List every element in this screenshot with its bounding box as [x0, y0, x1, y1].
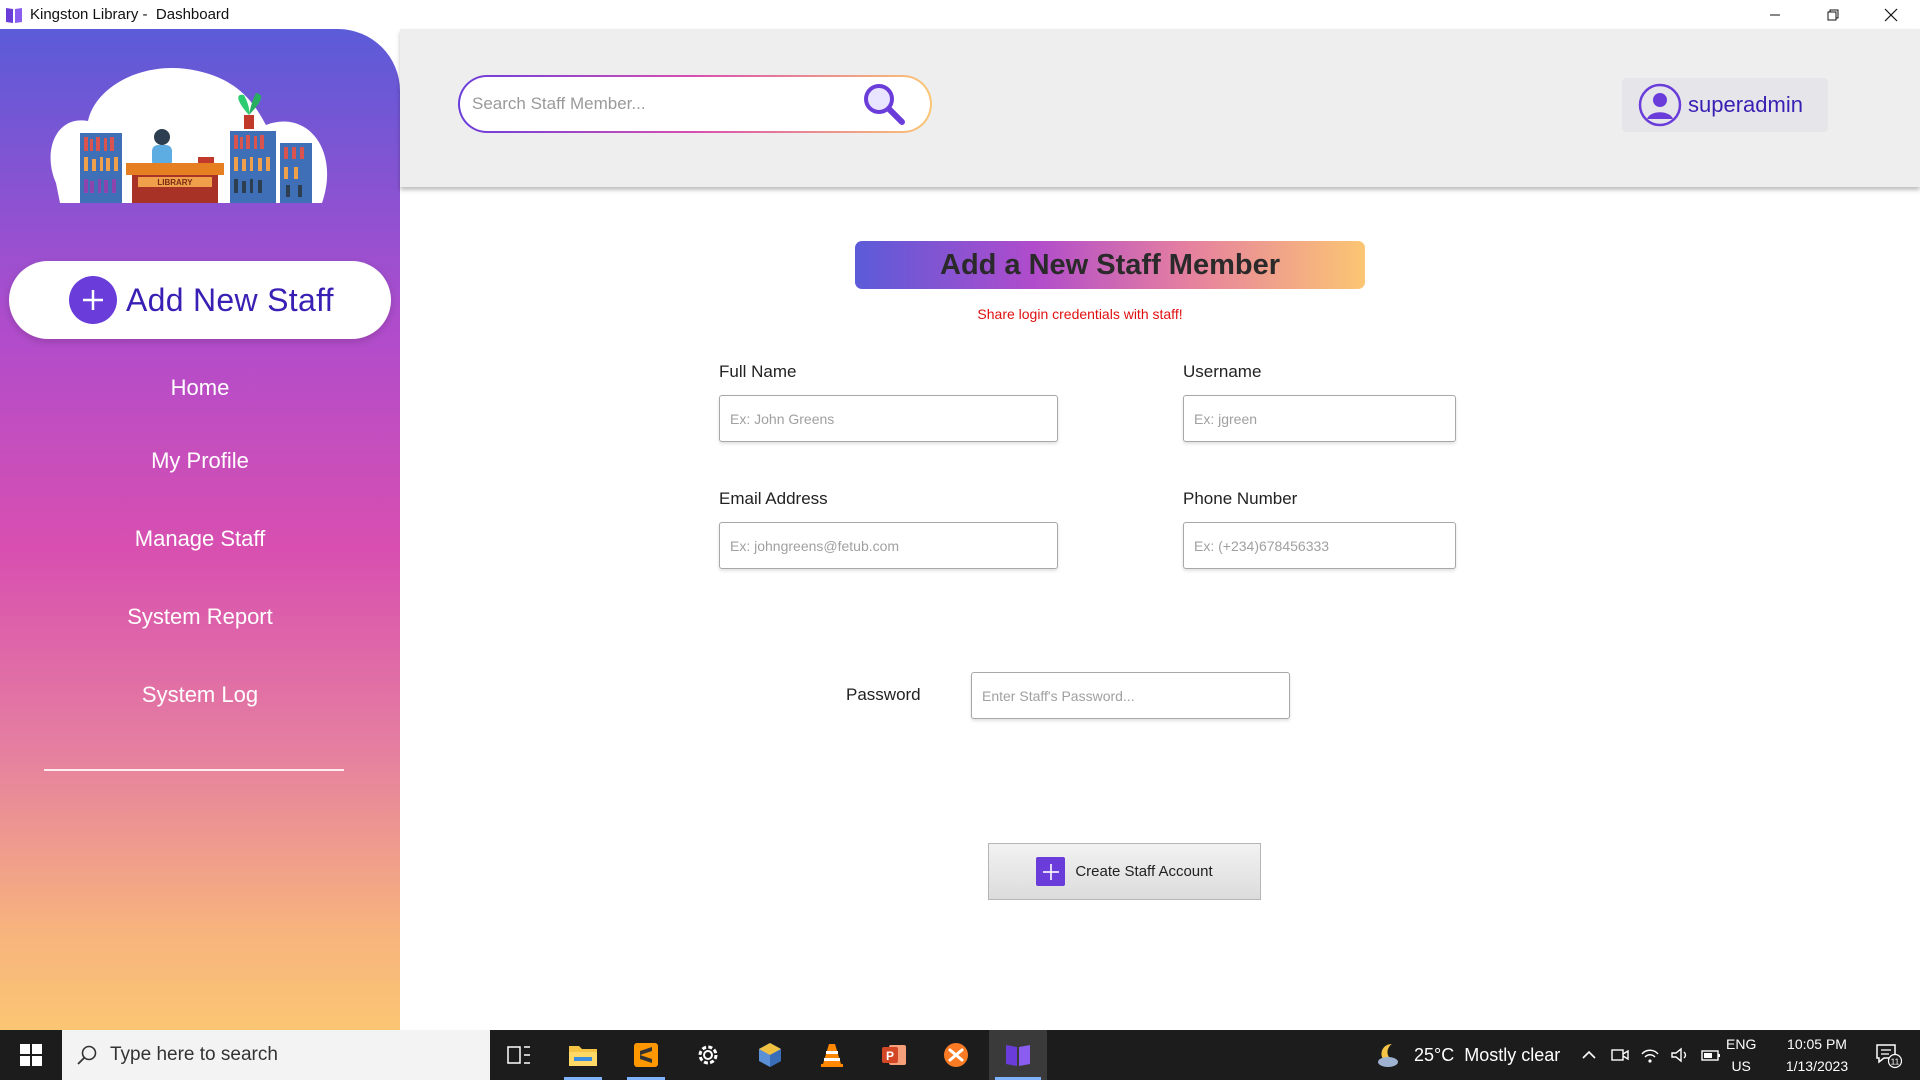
- cube-icon: [759, 1043, 781, 1067]
- start-button[interactable]: [0, 1030, 62, 1080]
- user-avatar-icon: [1638, 83, 1682, 127]
- sidebar-item-system-log[interactable]: System Log: [0, 682, 400, 708]
- window-title: Kingston Library - Dashboard: [30, 6, 230, 23]
- minimize-button[interactable]: [1746, 0, 1804, 29]
- plus-circle-icon: [69, 276, 117, 324]
- settings-button[interactable]: [679, 1030, 737, 1080]
- taskbar-search-box[interactable]: Type here to search: [62, 1030, 490, 1080]
- taskbar-search-text: Type here to search: [110, 1044, 278, 1065]
- close-icon: [1884, 8, 1898, 21]
- username-field: [1183, 395, 1456, 442]
- xampp-icon: [944, 1043, 968, 1067]
- powerpoint-button[interactable]: P: [865, 1030, 923, 1080]
- password-input[interactable]: [972, 673, 1289, 718]
- search-icon[interactable]: [860, 80, 908, 128]
- language-code: ENG: [1726, 1036, 1757, 1052]
- password-field: [971, 672, 1290, 719]
- file-explorer-button[interactable]: [554, 1030, 612, 1080]
- email-label: Email Address: [719, 489, 828, 508]
- credentials-hint: Share login credentials with staff!: [977, 306, 1183, 322]
- username-field-label: Username: [1183, 362, 1262, 381]
- netbeans-button[interactable]: [741, 1030, 799, 1080]
- email-input[interactable]: [720, 523, 1057, 568]
- powerpoint-icon: P: [882, 1045, 906, 1065]
- sidebar-item-home[interactable]: Home: [0, 375, 400, 401]
- title-bar: Kingston Library - Dashboard: [0, 0, 1920, 29]
- window-controls: [1746, 0, 1920, 29]
- restore-button[interactable]: [1804, 0, 1862, 29]
- windows-logo-icon: [20, 1044, 42, 1066]
- clock[interactable]: 10:05 PM 1/13/2023: [1774, 1030, 1860, 1080]
- folder-icon: [569, 1046, 597, 1066]
- traffic-cone-icon: [821, 1044, 843, 1067]
- task-view-button[interactable]: [490, 1030, 548, 1080]
- phone-label: Phone Number: [1183, 489, 1298, 508]
- full-name-input[interactable]: [720, 396, 1057, 441]
- notification-count: 11: [1891, 1057, 1900, 1067]
- language-indicator[interactable]: ENG US: [1726, 1030, 1756, 1080]
- sidebar-item-manage-staff[interactable]: Manage Staff: [0, 526, 400, 552]
- search-container: [460, 77, 930, 131]
- weather-moon-icon: [1378, 1044, 1398, 1067]
- search-icon: [77, 1045, 97, 1065]
- search-bar: [458, 75, 932, 133]
- user-profile-chip[interactable]: superadmin: [1622, 78, 1828, 132]
- full-name-label: Full Name: [719, 362, 797, 381]
- library-logo: LIBRARY: [50, 68, 328, 203]
- weather-desc: Mostly clear: [1464, 1044, 1561, 1065]
- notification-center-button[interactable]: 11: [1868, 1030, 1908, 1080]
- restore-icon: [1827, 9, 1839, 20]
- username-label: superadmin: [1688, 92, 1803, 117]
- full-name-field: [719, 395, 1058, 442]
- weather-widget[interactable]: 25°C Mostly clear: [1374, 1030, 1560, 1080]
- sidebar-item-system-report[interactable]: System Report: [0, 604, 400, 630]
- volume-icon[interactable]: [1670, 1046, 1690, 1064]
- form-title: Add a New Staff Member: [855, 241, 1365, 289]
- sidebar-item-my-profile[interactable]: My Profile: [0, 448, 400, 474]
- vlc-button[interactable]: [803, 1030, 861, 1080]
- task-view-icon: [507, 1046, 530, 1064]
- search-input[interactable]: [472, 94, 852, 114]
- xampp-button[interactable]: [927, 1030, 985, 1080]
- notification-icon: 11: [1876, 1044, 1902, 1069]
- clock-date: 1/13/2023: [1785, 1058, 1849, 1074]
- meet-now-icon[interactable]: [1610, 1046, 1630, 1064]
- phone-input[interactable]: [1184, 523, 1455, 568]
- email-field: [719, 522, 1058, 569]
- svg-text:LIBRARY: LIBRARY: [157, 178, 193, 187]
- sidebar: LIBRARY Add New Staff Home My Profile Ma…: [0, 29, 400, 1030]
- sublime-text-icon: [634, 1043, 658, 1067]
- add-new-staff-label: Add New Staff: [126, 281, 334, 318]
- kingston-library-taskbar-button[interactable]: [989, 1030, 1047, 1080]
- clock-time: 10:05 PM: [1787, 1036, 1847, 1052]
- create-staff-account-button[interactable]: Create Staff Account: [988, 843, 1261, 900]
- system-tray: [1580, 1030, 1722, 1080]
- battery-icon[interactable]: [1700, 1046, 1722, 1064]
- wifi-icon[interactable]: [1640, 1046, 1660, 1064]
- create-staff-account-label: Create Staff Account: [1075, 863, 1213, 880]
- password-label: Password: [846, 685, 921, 704]
- username-input[interactable]: [1184, 396, 1455, 441]
- plus-icon: [1036, 857, 1066, 886]
- chevron-up-icon[interactable]: [1580, 1046, 1598, 1064]
- region-code: US: [1731, 1058, 1751, 1074]
- phone-field: [1183, 522, 1456, 569]
- minimize-icon: [1770, 14, 1780, 15]
- sublime-text-button[interactable]: [617, 1030, 675, 1080]
- gear-icon: [698, 1045, 718, 1065]
- svg-text:P: P: [886, 1049, 894, 1063]
- close-button[interactable]: [1862, 0, 1920, 29]
- sidebar-divider: [44, 769, 344, 771]
- weather-temp: 25°C: [1414, 1044, 1455, 1065]
- add-new-staff-button[interactable]: Add New Staff: [9, 261, 391, 339]
- book-icon: [6, 7, 22, 23]
- book-icon: [1006, 1045, 1030, 1066]
